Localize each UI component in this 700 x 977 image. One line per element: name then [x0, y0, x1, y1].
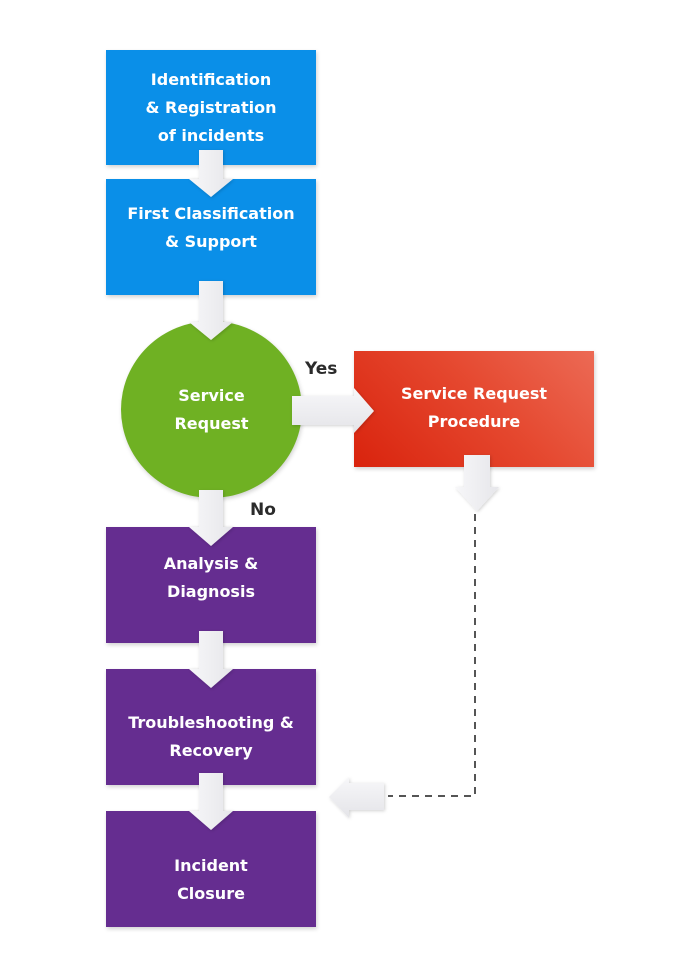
node-troubleshooting-recovery: Troubleshooting & Recovery — [106, 669, 316, 785]
edge-label-no: No — [250, 500, 276, 520]
node-service-request-procedure: Service Request Procedure — [354, 351, 594, 467]
node-label-line: Incident — [174, 856, 248, 875]
node-analysis-diagnosis: Analysis & Diagnosis — [106, 527, 316, 643]
connectors-layer — [0, 0, 700, 977]
node-label-line: Diagnosis — [167, 582, 255, 601]
node-incident-closure: Incident Closure — [106, 811, 316, 927]
node-label-line: Request — [174, 413, 249, 433]
node-first-classification-support: First Classification & Support — [106, 179, 316, 295]
node-label-line: Troubleshooting & — [128, 713, 294, 732]
node-label-line: of incidents — [157, 125, 265, 145]
node-label-line: Closure — [177, 884, 245, 903]
node-label-line: & Support — [165, 232, 257, 251]
node-service-request-decision: Service Request — [121, 321, 302, 498]
edge-label-yes: Yes — [305, 359, 338, 379]
node-label-line: Analysis & — [163, 554, 259, 573]
node-label-line: Service — [178, 385, 245, 405]
node-label-line: Identification — [150, 69, 272, 89]
node-label-line: Recovery — [169, 741, 253, 760]
node-label-line: First Classification — [127, 204, 295, 223]
node-label-line: Procedure — [427, 412, 521, 431]
node-identification-registration: Identification & Registration of inciden… — [106, 50, 316, 165]
node-label-line: Service Request — [400, 384, 548, 403]
node-label-line: & Registration — [145, 97, 277, 117]
